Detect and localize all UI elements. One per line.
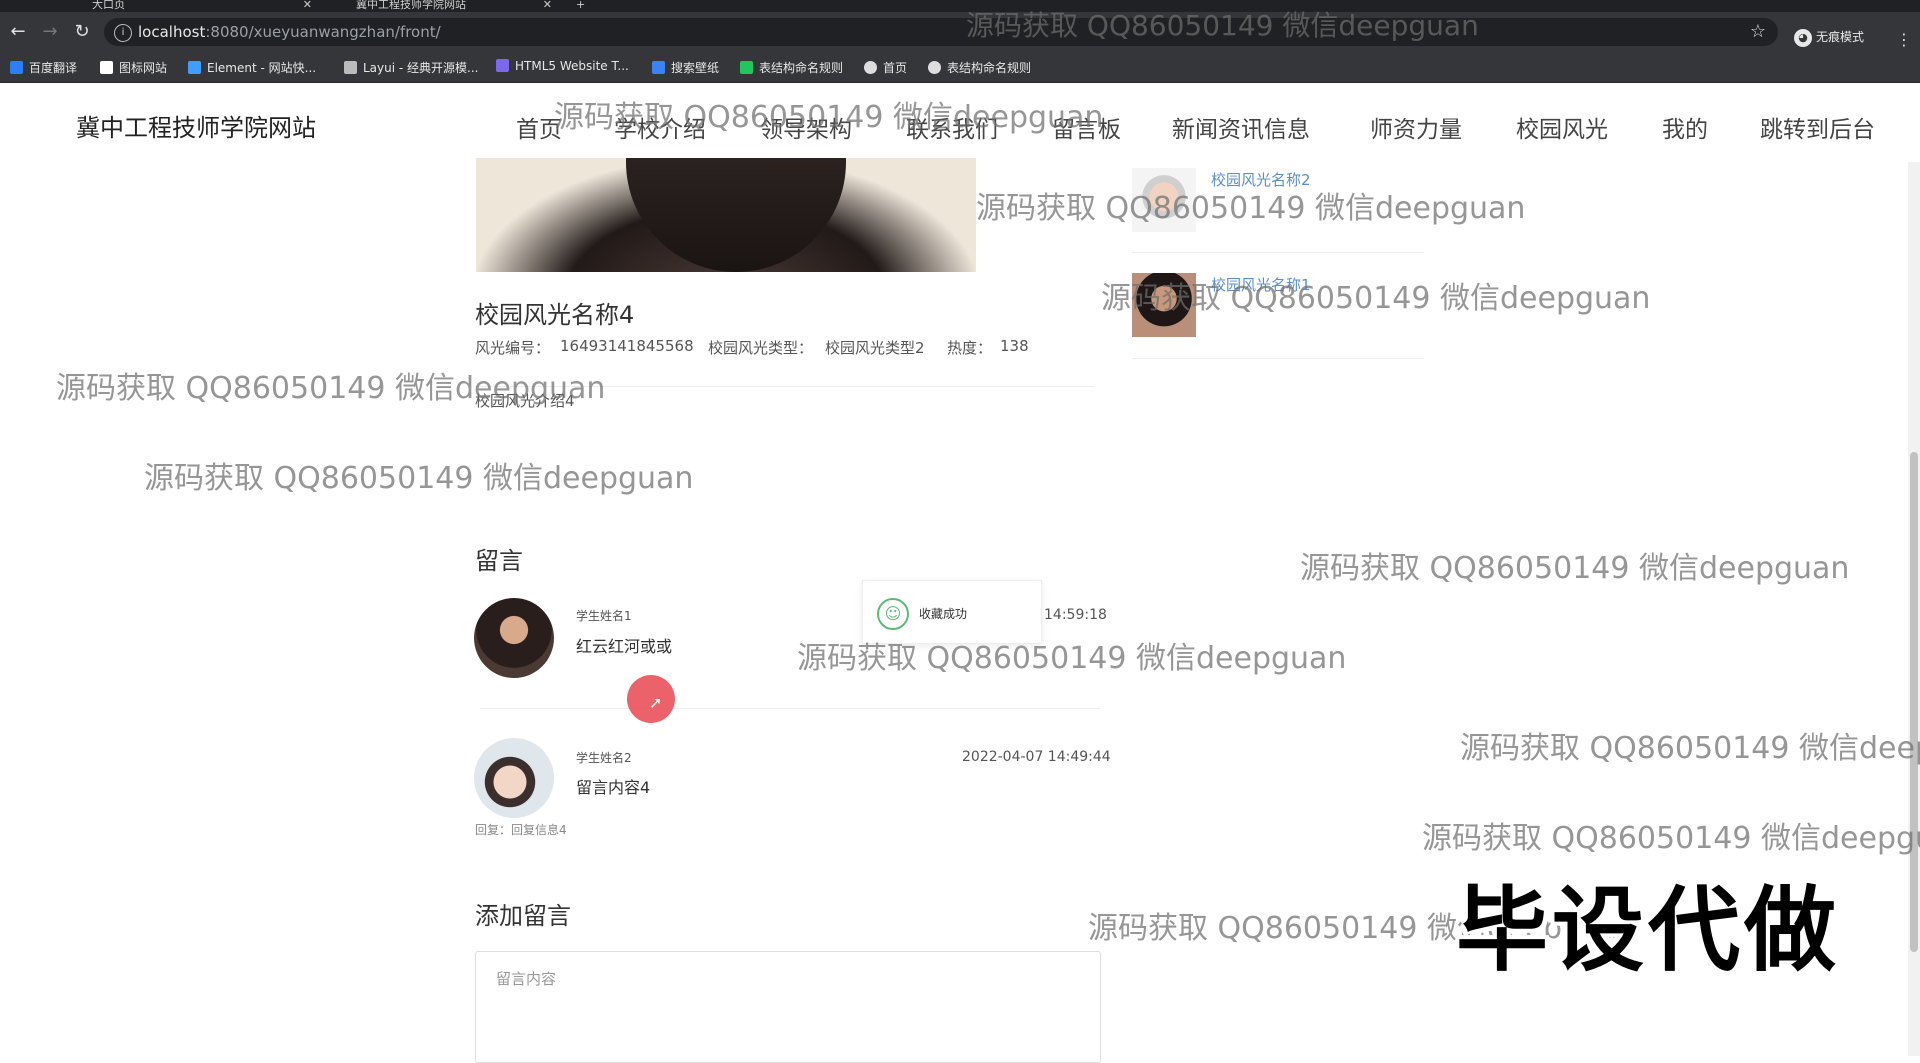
close-tab-icon[interactable]: ✕ xyxy=(303,0,312,10)
meta-id-value: 16493141845568 xyxy=(560,337,694,355)
bookmark-favicon-icon xyxy=(344,61,357,74)
bookmark-item[interactable]: 表结构命名规则 xyxy=(928,59,1031,76)
bookmark-item[interactable]: 百度翻译 xyxy=(10,59,77,76)
watermark: 源码获取 QQ86050149 微信deepguan xyxy=(966,9,1479,42)
browser-tab[interactable]: 冀中工程技师学院网站 ✕ xyxy=(356,0,552,12)
bookmark-label: 表结构命名规则 xyxy=(759,61,844,75)
comment-time: 2022-04-07 14:49:44 xyxy=(962,749,1111,765)
bookmark-favicon-icon xyxy=(652,61,665,74)
new-tab-button[interactable]: + xyxy=(576,0,585,12)
nav-mine[interactable]: 我的 xyxy=(1662,110,1708,144)
comment-placeholder: 留言内容 xyxy=(496,970,557,988)
bookmark-favicon-icon xyxy=(928,61,941,74)
divider xyxy=(1132,358,1424,359)
cursor-highlight: ➚ xyxy=(627,675,675,723)
watermark: 源码获取 QQ86050149 微信deepguan xyxy=(144,461,694,496)
bookmark-label: 表结构命名规则 xyxy=(947,61,1032,75)
bookmark-star-icon[interactable]: ☆ xyxy=(1750,21,1766,42)
comment-time: 14:59:18 xyxy=(1044,607,1107,623)
bookmark-favicon-icon xyxy=(188,61,201,74)
add-comment-heading: 添加留言 xyxy=(475,902,571,930)
bookmark-favicon-icon xyxy=(864,61,877,74)
bookmark-label: HTML5 Website T... xyxy=(515,59,629,73)
comment-text: 留言内容4 xyxy=(576,778,651,797)
bookmark-favicon-icon xyxy=(100,61,113,74)
nav-faculty[interactable]: 师资力量 xyxy=(1370,110,1462,144)
bookmarks-bar: 百度翻译 图标网站 Element - 网站快... Layui - 经典开源模… xyxy=(0,52,1920,83)
url-text: localhost:8080/xueyuanwangzhan/front/ xyxy=(138,23,441,41)
close-tab-icon[interactable]: ✕ xyxy=(543,0,552,10)
profile-label: 无痕模式 xyxy=(1816,30,1865,44)
divider xyxy=(480,708,1100,709)
address-bar: ← → ↻ i localhost:8080/xueyuanwangzhan/f… xyxy=(0,12,1920,52)
bookmark-label: 搜索壁纸 xyxy=(671,61,720,75)
meta-heat-label: 热度： xyxy=(947,339,993,357)
watermark: 源码获取 QQ86050149 微信deepguan xyxy=(1422,821,1920,856)
watermark: 源码获取 QQ86050149 微信deepguan xyxy=(1101,281,1651,316)
bookmark-favicon-icon xyxy=(740,61,753,74)
tab-title: 冀中工程技师学院网站 xyxy=(356,0,466,11)
detail-image-figure xyxy=(626,158,846,272)
promo-stamp: 毕设代做 xyxy=(1456,877,1841,984)
meta-id-label: 风光编号： xyxy=(475,339,551,357)
tab-title: 大口页 xyxy=(92,0,125,11)
comment-author: 学生姓名2 xyxy=(576,751,632,765)
watermark: 源码获取 QQ86050149 微信deepguan xyxy=(554,100,1104,135)
avatar xyxy=(474,598,554,678)
watermark: 源码获取 QQ86050149 微信deepguan xyxy=(1460,731,1920,766)
avatar xyxy=(474,738,554,818)
bookmark-label: Element - 网站快... xyxy=(207,61,317,75)
bookmark-favicon-icon xyxy=(496,59,509,72)
browser-tab-bar: 大口页 ✕ 冀中工程技师学院网站 ✕ + xyxy=(0,0,1920,12)
site-info-icon[interactable]: i xyxy=(114,24,132,42)
url-input[interactable]: i localhost:8080/xueyuanwangzhan/front/ … xyxy=(104,18,1778,46)
watermark: 源码获取 QQ86050149 微信deepguan xyxy=(1300,551,1850,586)
comment-textarea[interactable]: 留言内容 xyxy=(475,951,1101,1063)
comment-text: 红云红河或或 xyxy=(576,637,673,656)
comment-reply: 回复：回复信息4 xyxy=(475,823,567,837)
scrollbar-thumb[interactable] xyxy=(1910,452,1918,952)
forward-icon[interactable]: → xyxy=(38,20,62,44)
toast-text: 收藏成功 xyxy=(919,607,968,621)
watermark: 源码获取 QQ86050149 微信deepguan xyxy=(56,371,606,406)
bookmark-label: Layui - 经典开源模... xyxy=(363,61,479,75)
bookmark-item[interactable]: 图标网站 xyxy=(100,59,167,76)
bookmark-item[interactable]: Layui - 经典开源模... xyxy=(344,59,478,76)
incognito-indicator[interactable]: ◕ 无痕模式 xyxy=(1794,28,1864,47)
bookmark-favicon-icon xyxy=(10,61,23,74)
bookmark-label: 首页 xyxy=(883,61,908,75)
incognito-icon: ◕ xyxy=(1794,28,1812,47)
bookmark-item[interactable]: HTML5 Website T... xyxy=(496,59,629,73)
divider xyxy=(1132,252,1424,253)
reload-icon[interactable]: ↻ xyxy=(70,20,94,44)
meta-heat-value: 138 xyxy=(1000,337,1029,355)
smile-icon: ☺ xyxy=(877,598,909,630)
back-icon[interactable]: ← xyxy=(6,20,30,44)
watermark: 源码获取 QQ86050149 微信deepguan xyxy=(976,191,1526,226)
bookmark-item[interactable]: 首页 xyxy=(864,59,907,76)
bookmark-item[interactable]: 搜索壁纸 xyxy=(652,59,719,76)
pointer-icon: ➚ xyxy=(649,693,663,712)
browser-menu-icon[interactable]: ⋮ xyxy=(1896,30,1912,49)
url-host: localhost xyxy=(138,23,206,41)
nav-campus-scenery[interactable]: 校园风光 xyxy=(1516,110,1608,144)
bookmark-item[interactable]: 表结构命名规则 xyxy=(740,59,843,76)
meta-type-label: 校园风光类型： xyxy=(708,339,814,357)
bookmark-item[interactable]: Element - 网站快... xyxy=(188,59,316,76)
detail-image xyxy=(476,158,976,272)
page-scrollbar[interactable] xyxy=(1908,162,1920,1056)
detail-title: 校园风光名称4 xyxy=(475,301,635,329)
bookmark-label: 图标网站 xyxy=(119,61,168,75)
browser-tab-active[interactable]: 大口页 ✕ xyxy=(92,0,312,12)
url-path: :8080/xueyuanwangzhan/front/ xyxy=(205,23,441,41)
watermark: 源码获取 QQ86050149 微信deepguan xyxy=(797,641,1347,676)
meta-type-value: 校园风光类型2 xyxy=(825,339,925,357)
nav-admin[interactable]: 跳转到后台 xyxy=(1760,110,1875,144)
bookmark-label: 百度翻译 xyxy=(29,61,78,75)
comment-author: 学生姓名1 xyxy=(576,609,632,623)
nav-news[interactable]: 新闻资讯信息 xyxy=(1172,110,1310,144)
comments-heading: 留言 xyxy=(475,547,523,575)
site-title[interactable]: 冀中工程技师学院网站 xyxy=(76,108,316,143)
